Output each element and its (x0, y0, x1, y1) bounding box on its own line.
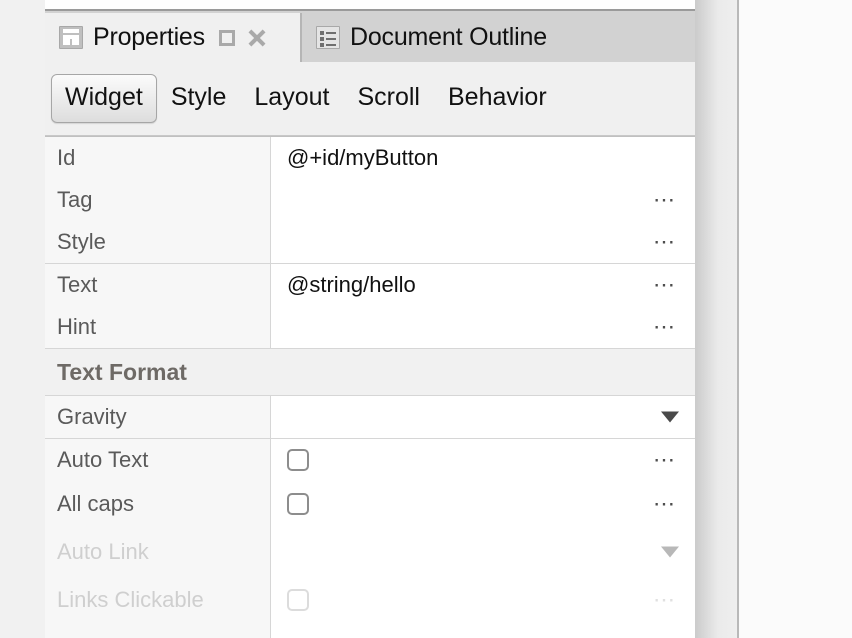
property-label: Id (45, 145, 271, 171)
property-group-text-format: Gravity Auto Text ⋯ All caps (45, 396, 695, 624)
chevron-down-icon (661, 547, 679, 558)
tab-document-outline-label: Document Outline (350, 23, 547, 52)
property-value-links-clickable: ⋯ (271, 576, 695, 624)
property-label: Links Clickable (45, 587, 271, 613)
property-row-style[interactable]: Style ⋯ (45, 221, 695, 263)
property-label: Auto Text (45, 447, 271, 473)
property-value-text-field[interactable]: @string/hello ⋯ (271, 264, 695, 306)
category-toolbar-items: Widget Style Layout Scroll Behavior (51, 74, 561, 123)
property-row-links-clickable: Links Clickable ⋯ (45, 576, 695, 624)
links-clickable-checkbox (287, 589, 309, 611)
document-outline-icon (316, 26, 340, 49)
auto-text-checkbox[interactable] (287, 449, 309, 471)
ellipsis-button[interactable]: ⋯ (653, 316, 677, 338)
workspace-vertical-divider (737, 0, 739, 638)
ellipsis-button[interactable]: ⋯ (653, 449, 677, 471)
tab-scroll[interactable]: Scroll (343, 74, 434, 123)
property-label: Style (45, 229, 271, 255)
property-value-tag[interactable]: ⋯ (271, 179, 695, 221)
tab-properties-label: Properties (93, 23, 205, 52)
property-label: Gravity (45, 404, 271, 430)
workspace-left-gutter (0, 0, 45, 638)
section-header-text-format: Text Format (45, 348, 695, 396)
property-row-text[interactable]: Text @string/hello ⋯ (45, 264, 695, 306)
properties-panel: Properties Document Outline Widget Style… (45, 0, 695, 638)
tab-properties-buttons (219, 28, 267, 48)
property-row-id[interactable]: Id @+id/myButton (45, 137, 695, 179)
workspace-right-canvas (739, 0, 852, 638)
tab-behavior[interactable]: Behavior (434, 74, 561, 123)
tab-properties[interactable]: Properties (45, 13, 300, 62)
all-caps-checkbox[interactable] (287, 493, 309, 515)
section-title: Text Format (45, 359, 187, 386)
property-row-all-caps[interactable]: All caps ⋯ (45, 480, 695, 528)
property-group-identity: Id @+id/myButton Tag ⋯ Style (45, 137, 695, 263)
property-value-auto-link (271, 528, 695, 576)
property-row-auto-link: Auto Link (45, 528, 695, 576)
panel-top-edge (45, 0, 695, 11)
close-button[interactable] (247, 28, 267, 48)
minimize-button[interactable] (219, 30, 235, 46)
property-label: Text (45, 272, 271, 298)
property-value-gravity[interactable] (271, 396, 695, 438)
ellipsis-button[interactable]: ⋯ (653, 493, 677, 515)
chevron-down-icon[interactable] (661, 412, 679, 423)
property-grid: Id @+id/myButton Tag ⋯ Style (45, 136, 695, 638)
property-row-tag[interactable]: Tag ⋯ (45, 179, 695, 221)
property-row-auto-text[interactable]: Auto Text ⋯ (45, 438, 695, 480)
tab-style[interactable]: Style (157, 74, 241, 123)
property-row-gravity[interactable]: Gravity (45, 396, 695, 438)
property-value-text: @string/hello (287, 272, 416, 298)
property-value-hint[interactable]: ⋯ (271, 306, 695, 348)
property-label: All caps (45, 491, 271, 517)
property-value-id[interactable]: @+id/myButton (271, 137, 695, 179)
tab-document-outline[interactable]: Document Outline (302, 13, 695, 62)
property-value-all-caps[interactable]: ⋯ (271, 480, 695, 528)
property-label: Hint (45, 314, 271, 340)
screen: Properties Document Outline Widget Style… (0, 0, 852, 638)
ellipsis-button: ⋯ (653, 589, 677, 611)
property-value-auto-text[interactable]: ⋯ (271, 439, 695, 481)
tab-layout[interactable]: Layout (240, 74, 343, 123)
property-group-content: Text @string/hello ⋯ Hint ⋯ (45, 263, 695, 348)
property-value-text: @+id/myButton (287, 145, 438, 171)
property-label: Tag (45, 187, 271, 213)
ellipsis-button[interactable]: ⋯ (653, 231, 677, 253)
ellipsis-button[interactable]: ⋯ (653, 274, 677, 296)
property-label: Auto Link (45, 539, 271, 565)
ellipsis-button[interactable]: ⋯ (653, 189, 677, 211)
tab-widget[interactable]: Widget (51, 74, 157, 123)
property-value-style[interactable]: ⋯ (271, 221, 695, 263)
panel-tabstrip: Properties Document Outline (45, 0, 695, 62)
property-row-hint[interactable]: Hint ⋯ (45, 306, 695, 348)
category-toolbar: Widget Style Layout Scroll Behavior (45, 62, 695, 136)
properties-icon (59, 26, 83, 49)
